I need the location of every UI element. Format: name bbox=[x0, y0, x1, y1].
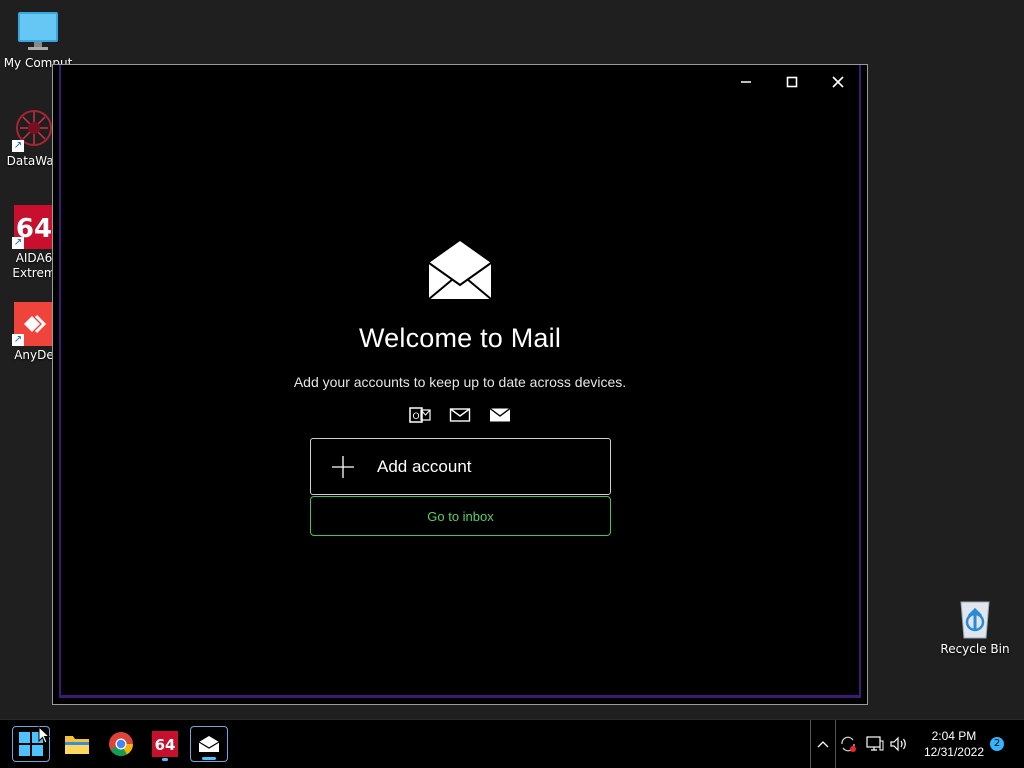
taskbar: 64 2:04 PM 12/31/2022 2 bbox=[0, 719, 1024, 768]
clock-time: 2:04 PM bbox=[931, 729, 977, 743]
provider-icons: O bbox=[53, 406, 867, 424]
desktop-icon-my-computer[interactable]: My Comput bbox=[0, 10, 76, 70]
close-icon bbox=[832, 76, 844, 88]
chrome-icon bbox=[109, 732, 133, 757]
mail-window: Welcome to Mail Add your accounts to kee… bbox=[52, 64, 868, 705]
svg-text:64: 64 bbox=[155, 736, 176, 754]
window-controls bbox=[723, 65, 861, 99]
maximize-icon bbox=[786, 76, 798, 88]
chrome-button[interactable] bbox=[102, 726, 140, 762]
shortcut-arrow-icon: ↗ bbox=[12, 334, 24, 346]
close-button[interactable] bbox=[815, 65, 861, 99]
plus-icon bbox=[332, 455, 354, 478]
mail-icon bbox=[198, 736, 220, 752]
active-indicator bbox=[202, 757, 216, 760]
svg-text:O: O bbox=[412, 412, 419, 422]
sync-tray-button[interactable] bbox=[836, 720, 860, 768]
network-icon bbox=[866, 736, 884, 751]
mail-taskbar-button[interactable] bbox=[190, 726, 228, 762]
datawagon-icon: ↗ bbox=[12, 108, 56, 152]
minimize-button[interactable] bbox=[723, 65, 769, 99]
mail-filled-icon bbox=[489, 406, 511, 424]
shortcut-arrow-icon: ↗ bbox=[12, 140, 24, 152]
outlook-exchange-icon: O bbox=[409, 406, 431, 424]
welcome-panel: Welcome to Mail Add your accounts to kee… bbox=[53, 239, 867, 424]
desktop-icon-label: Recycle Bin bbox=[940, 642, 1010, 656]
sync-icon bbox=[841, 736, 856, 752]
aida64-icon: 64 ↗ bbox=[12, 205, 56, 249]
minimize-icon bbox=[741, 81, 751, 83]
page-subtitle: Add your accounts to keep up to date acr… bbox=[293, 374, 627, 390]
mail-envelope-icon bbox=[427, 239, 493, 301]
desktop-icon-recycle-bin[interactable]: Recycle Bin bbox=[937, 596, 1013, 656]
clock[interactable]: 2:04 PM 12/31/2022 bbox=[924, 728, 984, 760]
file-explorer-button[interactable] bbox=[58, 726, 96, 762]
go-to-inbox-button[interactable]: Go to inbox bbox=[310, 496, 611, 536]
notification-badge[interactable]: 2 bbox=[990, 737, 1004, 751]
monitor-icon bbox=[16, 10, 60, 54]
mouse-cursor-icon bbox=[38, 726, 50, 744]
running-indicator bbox=[162, 758, 168, 761]
aida64-icon: 64 bbox=[152, 731, 178, 757]
aida64-taskbar-button[interactable]: 64 bbox=[146, 726, 184, 762]
tray-separator bbox=[810, 720, 811, 768]
shortcut-arrow-icon: ↗ bbox=[12, 237, 24, 249]
anydesk-icon: ↗ bbox=[12, 302, 56, 346]
chevron-up-icon bbox=[817, 741, 829, 748]
volume-icon bbox=[890, 736, 906, 752]
recycle-bin-icon bbox=[953, 596, 997, 640]
show-hidden-icons-button[interactable] bbox=[812, 720, 834, 768]
network-tray-button[interactable] bbox=[864, 720, 886, 768]
clock-date: 12/31/2022 bbox=[923, 745, 984, 759]
volume-tray-button[interactable] bbox=[888, 720, 910, 768]
page-title: Welcome to Mail bbox=[358, 323, 562, 353]
folder-icon bbox=[65, 736, 89, 754]
add-account-button[interactable]: Add account bbox=[310, 438, 611, 495]
maximize-button[interactable] bbox=[769, 65, 815, 99]
add-account-label: Add account bbox=[377, 456, 472, 476]
mail-outline-icon bbox=[449, 406, 471, 424]
go-to-inbox-label: Go to inbox bbox=[427, 508, 494, 524]
